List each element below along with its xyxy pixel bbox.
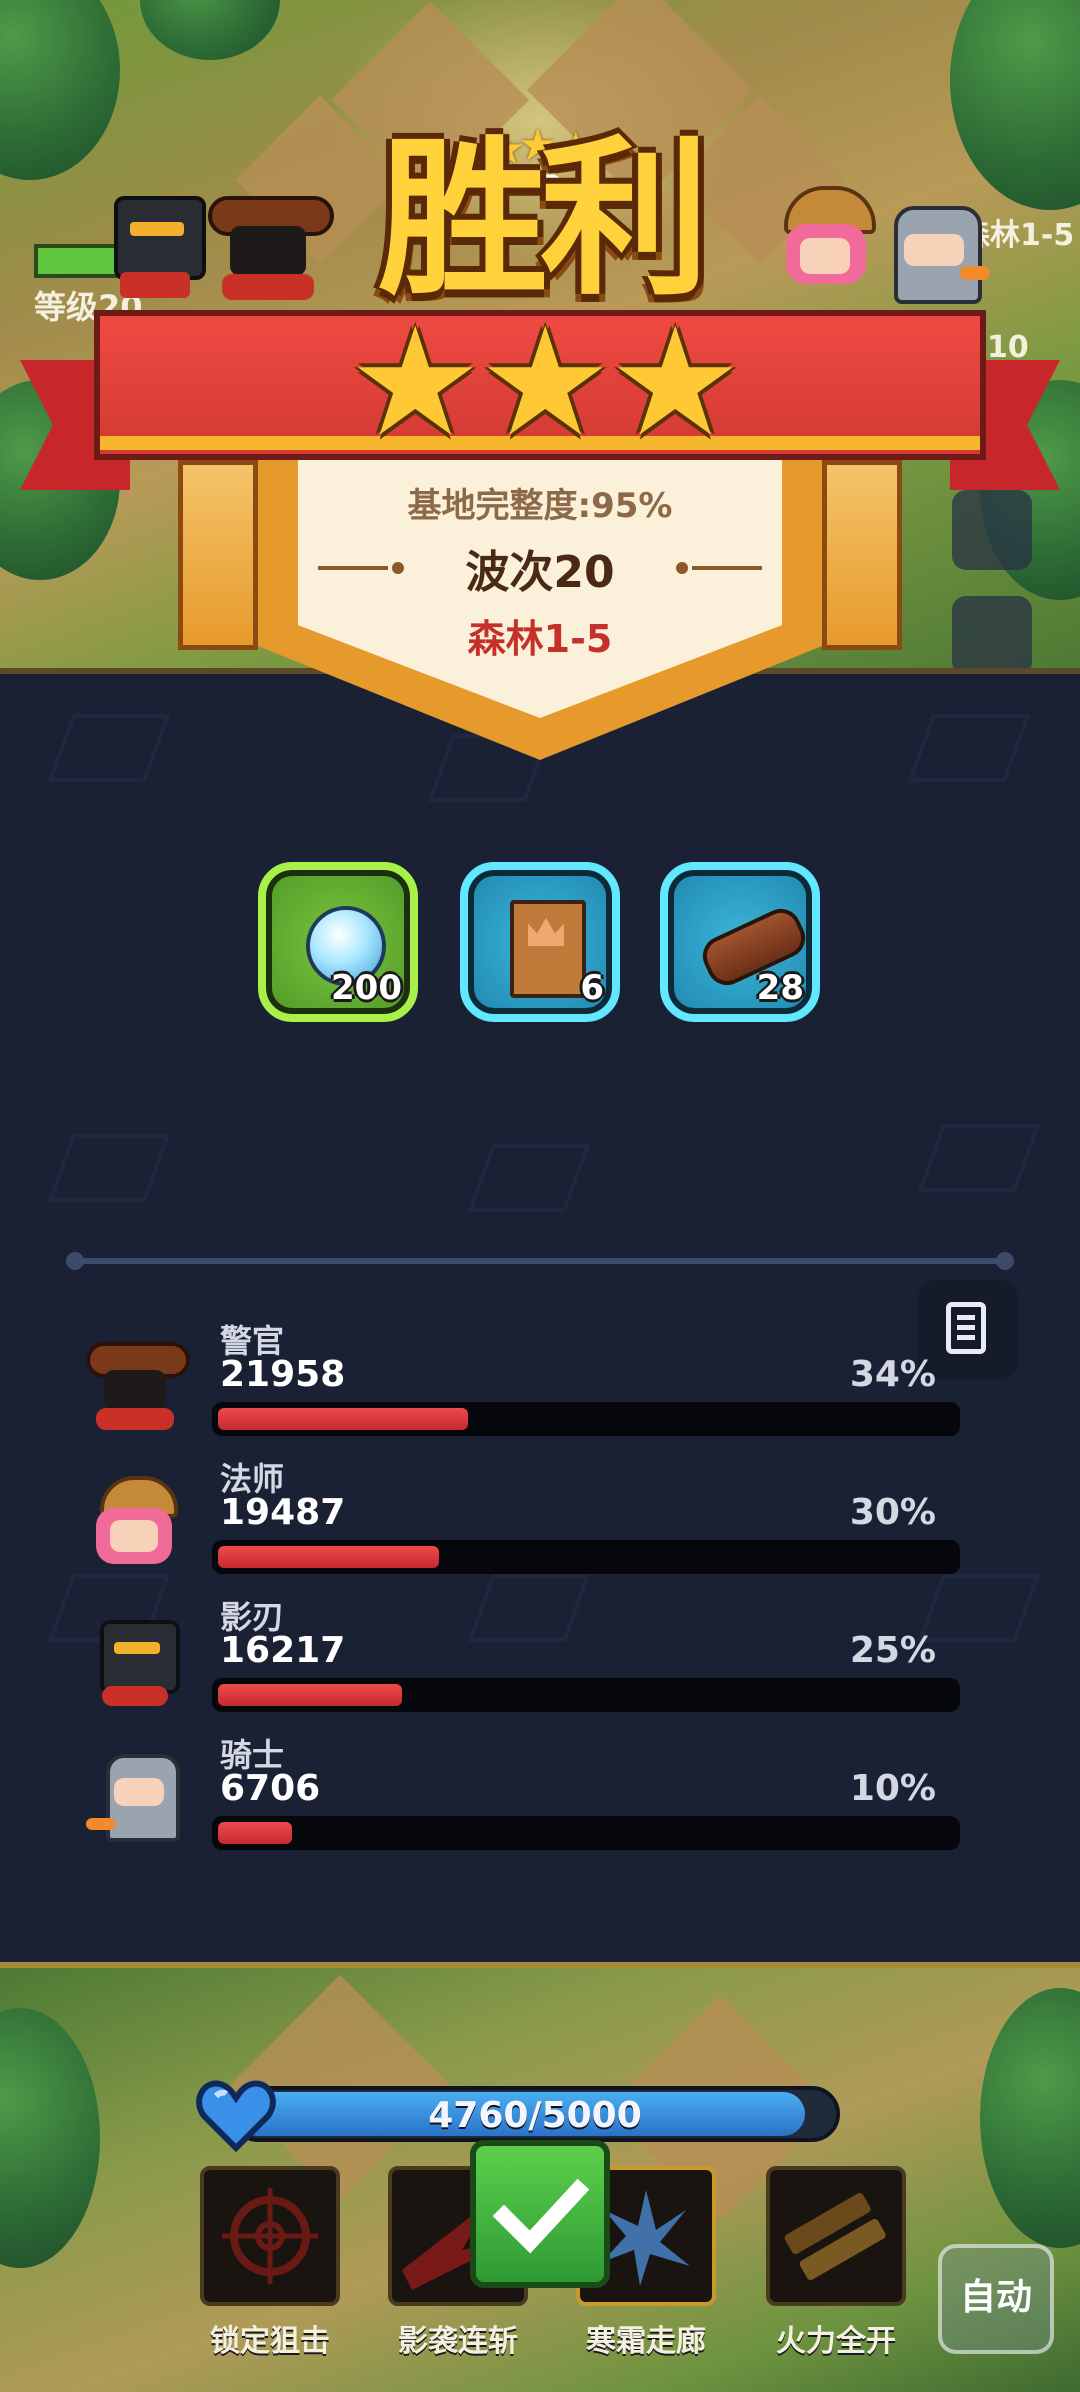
mage-avatar xyxy=(80,1472,190,1582)
damage-row: 影刃 16217 25% xyxy=(80,1592,960,1722)
reward-count: 28 xyxy=(756,968,804,1008)
hero-damage-percent: 34% xyxy=(849,1354,936,1395)
knight-character xyxy=(884,206,994,306)
damage-row: 骑士 6706 10% xyxy=(80,1730,960,1860)
banner-side-right xyxy=(822,460,902,650)
hud-hero-button[interactable] xyxy=(952,596,1032,676)
hero-damage: 16217 xyxy=(220,1630,346,1671)
rating-star-1-icon: ★ xyxy=(348,296,483,470)
victory-title: 胜利 xyxy=(377,121,710,319)
mage-character xyxy=(770,186,880,302)
damage-bar-fill xyxy=(218,1408,468,1430)
shadow-blade-avatar xyxy=(80,1610,190,1720)
hero-damage-percent: 10% xyxy=(849,1768,936,1809)
damage-row: 警官 21958 34% xyxy=(80,1316,960,1446)
banner-side-left xyxy=(178,460,258,650)
rating-star-3-icon: ★ xyxy=(608,296,743,470)
base-hp-text: 4760/5000 xyxy=(428,2095,642,2136)
damage-bar-fill xyxy=(218,1684,402,1706)
crosshair-icon xyxy=(222,2188,318,2284)
hero-damage-percent: 25% xyxy=(849,1630,936,1671)
damage-bar-fill xyxy=(218,1822,292,1844)
shadow-blade-character xyxy=(104,196,206,300)
skill-label: 寒霜走廊 xyxy=(586,2324,706,2359)
crown-book-icon xyxy=(510,900,586,998)
damage-bar-track xyxy=(212,1816,960,1850)
reward-count: 200 xyxy=(331,968,402,1008)
heart-icon xyxy=(196,2080,276,2153)
hero-damage: 21958 xyxy=(220,1354,346,1395)
hud-log-button[interactable] xyxy=(952,490,1032,570)
damage-row: 法师 19487 30% xyxy=(80,1454,960,1584)
damage-bar-fill xyxy=(218,1546,439,1568)
hero-damage: 6706 xyxy=(220,1768,321,1809)
skill-full-firepower[interactable] xyxy=(766,2166,906,2306)
base-integrity-label: 基地完整度:95% xyxy=(407,486,673,526)
knight-avatar xyxy=(80,1748,190,1858)
reward-item-wood[interactable]: 28 xyxy=(660,862,820,1022)
skill-label: 影袭连斩 xyxy=(398,2324,518,2359)
auto-button-label: 自动 xyxy=(959,2277,1032,2318)
wave-label: 波次20 xyxy=(465,547,615,598)
hero-damage-percent: 30% xyxy=(849,1492,936,1533)
reward-count: 6 xyxy=(580,968,604,1008)
damage-bar-track xyxy=(212,1402,960,1436)
reward-item-book[interactable]: 6 xyxy=(460,862,620,1022)
divider-dot-right xyxy=(996,1252,1014,1270)
skill-lock-snipe[interactable] xyxy=(200,2166,340,2306)
skill-label: 锁定狙击 xyxy=(210,2324,330,2359)
damage-bar-track xyxy=(212,1678,960,1712)
stats-divider xyxy=(76,1258,1004,1264)
reward-item-crystal[interactable]: 200 xyxy=(258,862,418,1022)
confirm-button[interactable] xyxy=(470,2140,610,2288)
officer-avatar xyxy=(80,1334,190,1444)
damage-bar-track xyxy=(212,1540,960,1574)
skill-label: 火力全开 xyxy=(776,2324,896,2359)
hero-damage: 19487 xyxy=(220,1492,346,1533)
twin-guns-icon xyxy=(784,2192,886,2281)
checkmark-icon xyxy=(492,2178,590,2254)
stage-label: 森林1-5 xyxy=(467,617,613,661)
rating-star-2-icon: ★ xyxy=(478,296,613,470)
